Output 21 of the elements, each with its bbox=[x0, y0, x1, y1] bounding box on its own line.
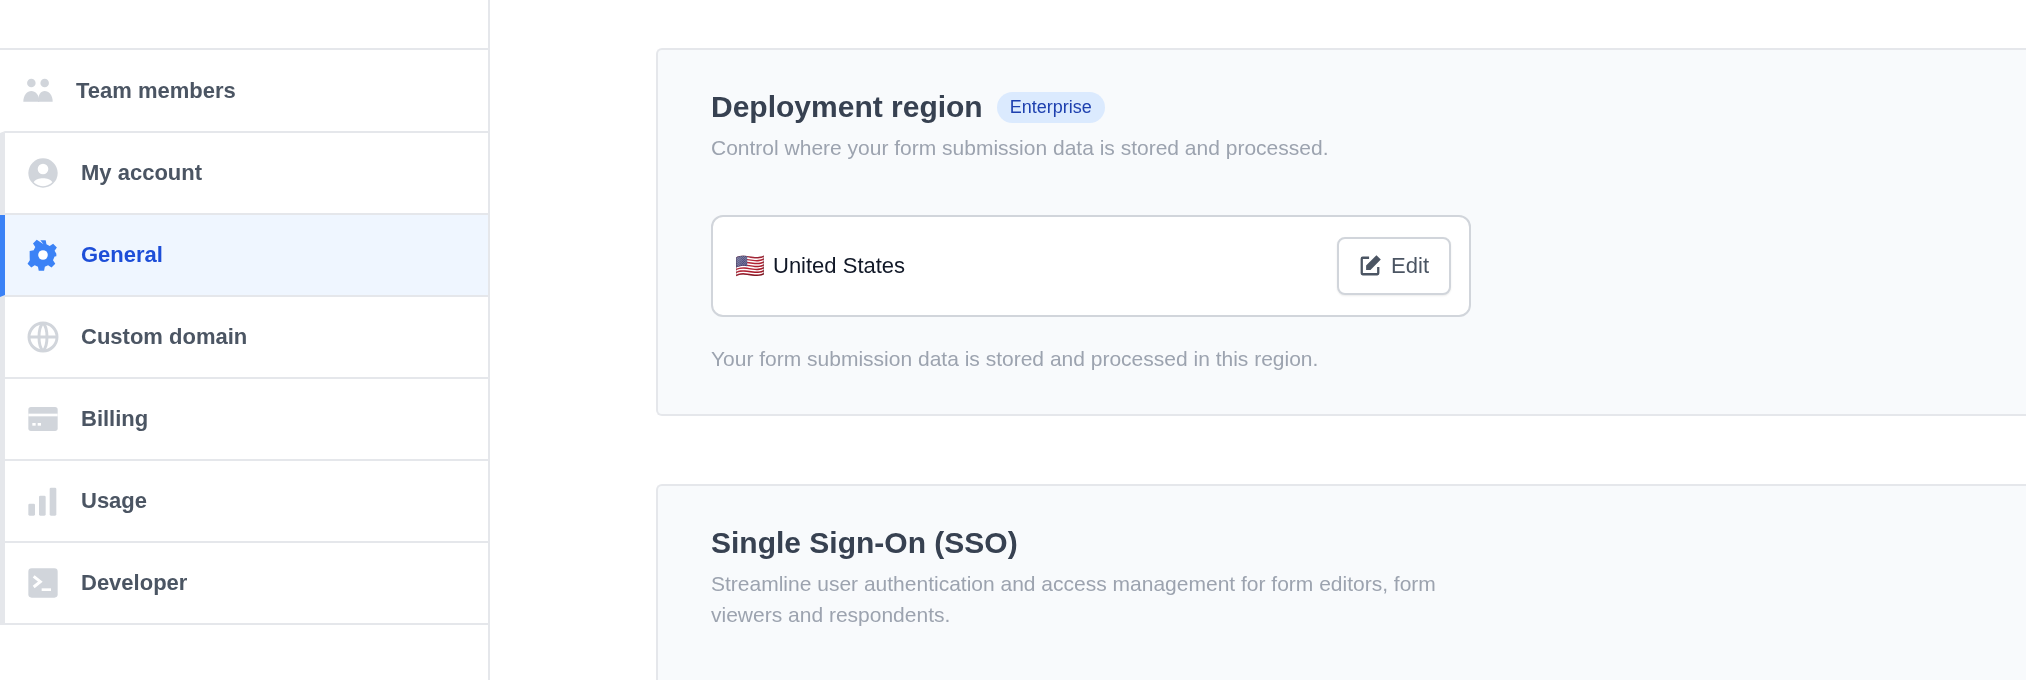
flag-icon: 🇺🇸 bbox=[735, 252, 765, 280]
bar-chart-icon bbox=[27, 485, 59, 517]
section-title: Single Sign-On (SSO) bbox=[711, 526, 1018, 560]
terminal-icon bbox=[27, 567, 59, 599]
region-name: United States bbox=[773, 253, 906, 279]
user-icon bbox=[27, 157, 59, 189]
sidebar-item[interactable]: General bbox=[0, 215, 488, 297]
section-title: Deployment region bbox=[711, 90, 983, 124]
globe-icon bbox=[27, 321, 59, 353]
plan-badge: Enterprise bbox=[996, 91, 1105, 123]
sidebar-item[interactable]: Team members bbox=[0, 50, 488, 133]
edit-icon bbox=[1359, 255, 1382, 277]
sidebar-item[interactable]: Usage bbox=[0, 461, 488, 543]
sidebar-item[interactable]: Custom domain bbox=[0, 297, 488, 379]
region-note: Your form submission data is stored and processed in this region. bbox=[711, 347, 1320, 371]
section-description: Control where your form submission data is stored and processed. bbox=[711, 135, 1330, 161]
section-description: Streamline user authentication and access management for form editors, form viewers and respondents. bbox=[711, 571, 1437, 628]
settings-icon bbox=[27, 239, 59, 271]
sidebar-item[interactable]: Developer bbox=[0, 543, 488, 625]
sidebar-item[interactable]: Billing bbox=[0, 379, 488, 461]
edit-button[interactable]: Edit bbox=[1337, 237, 1451, 295]
